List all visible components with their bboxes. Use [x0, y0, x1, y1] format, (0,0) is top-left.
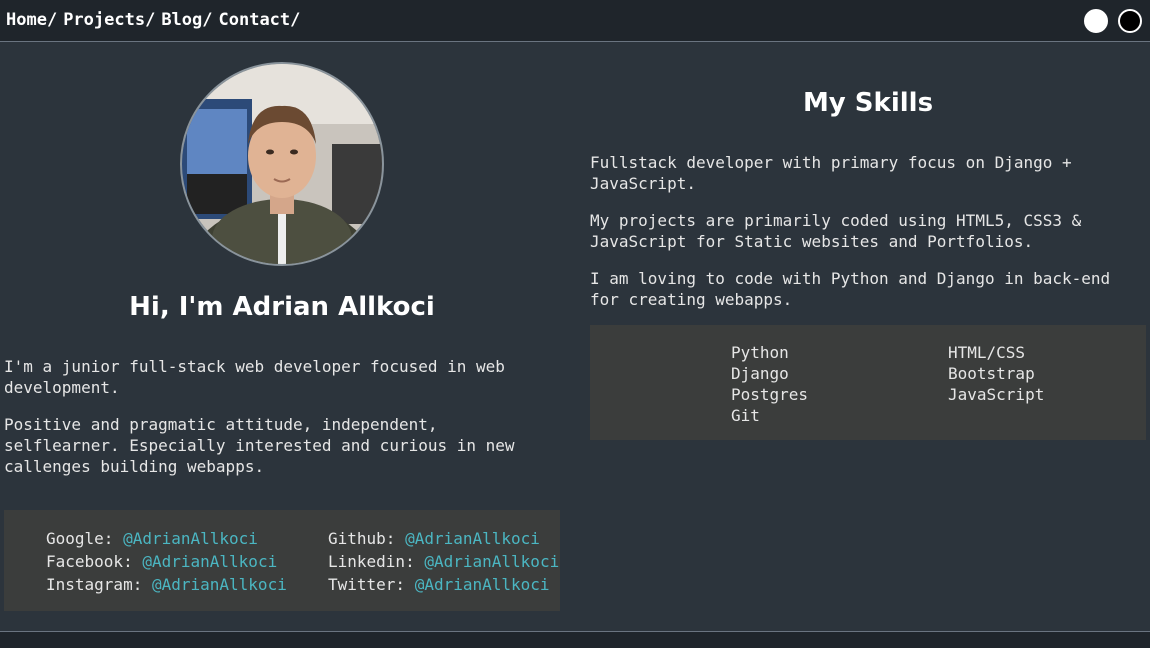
- contact-column: Github: @AdrianAllkoci Linkedin: @Adrian…: [328, 527, 559, 596]
- skill-item: Django: [731, 364, 789, 383]
- facebook-link[interactable]: @AdrianAllkoci: [142, 552, 277, 571]
- skills-paragraph: Fullstack developer with primary focus o…: [590, 153, 1072, 193]
- instagram-link[interactable]: @AdrianAllkoci: [152, 575, 287, 594]
- dark-theme-toggle[interactable]: [1118, 9, 1142, 33]
- skills-column: Python Django Postgres Git: [731, 342, 808, 426]
- profile-photo: [180, 62, 384, 266]
- contact-column: Google: @AdrianAllkoci Facebook: @Adrian…: [46, 527, 287, 596]
- profile-heading: Hi, I'm Adrian Allkoci: [129, 292, 435, 322]
- bio-paragraph: I'm a junior full-stack web developer fo…: [4, 357, 505, 397]
- skills-paragraph: I am loving to code with Python and Djan…: [590, 269, 1111, 309]
- contact-item-instagram: Instagram: @AdrianAllkoci: [46, 573, 287, 596]
- nav-link-home[interactable]: Home/: [6, 10, 57, 30]
- contact-label: Instagram:: [46, 575, 143, 594]
- linkedin-link[interactable]: @AdrianAllkoci: [424, 552, 559, 571]
- google-link[interactable]: @AdrianAllkoci: [123, 529, 258, 548]
- nav-link-projects[interactable]: Projects/: [63, 10, 155, 30]
- nav-link-blog[interactable]: Blog/: [161, 10, 212, 30]
- footer: [0, 631, 1150, 648]
- top-nav-bar: Home/Projects/Blog/Contact/: [0, 0, 1150, 42]
- contact-label: Linkedin:: [328, 552, 415, 571]
- contact-label: Github:: [328, 529, 396, 548]
- twitter-link[interactable]: @AdrianAllkoci: [415, 575, 550, 594]
- bio-paragraph: Positive and pragmatic attitude, indepen…: [4, 415, 515, 476]
- contact-links-box: Google: @AdrianAllkoci Facebook: @Adrian…: [4, 510, 560, 611]
- skill-item: Bootstrap: [948, 364, 1035, 383]
- skills-heading: My Skills: [802, 88, 934, 118]
- contact-item-facebook: Facebook: @AdrianAllkoci: [46, 550, 287, 573]
- skill-item: Python: [731, 343, 789, 362]
- contact-item-twitter: Twitter: @AdrianAllkoci: [328, 573, 559, 596]
- skills-column: HTML/CSS Bootstrap JavaScript: [948, 342, 1044, 405]
- nav-link-contact[interactable]: Contact/: [219, 10, 301, 30]
- skills-list-box: Python Django Postgres Git HTML/CSS Boot…: [590, 325, 1146, 440]
- contact-label: Twitter:: [328, 575, 406, 594]
- contact-item-google: Google: @AdrianAllkoci: [46, 527, 287, 550]
- skill-item: JavaScript: [948, 385, 1045, 404]
- contact-label: Facebook:: [46, 552, 133, 571]
- light-theme-toggle[interactable]: [1084, 9, 1108, 33]
- skill-item: HTML/CSS: [948, 343, 1026, 362]
- profile-bio: I'm a junior full-stack web developer fo…: [4, 356, 544, 493]
- skill-item: Postgres: [731, 385, 809, 404]
- contact-item-github: Github: @AdrianAllkoci: [328, 527, 559, 550]
- github-link[interactable]: @AdrianAllkoci: [405, 529, 540, 548]
- skill-item: Git: [731, 406, 760, 425]
- contact-item-linkedin: Linkedin: @AdrianAllkoci: [328, 550, 559, 573]
- skills-paragraph: My projects are primarily coded using HT…: [590, 211, 1082, 251]
- breadcrumb: Home/Projects/Blog/Contact/: [6, 10, 306, 30]
- skills-description: Fullstack developer with primary focus o…: [590, 152, 1130, 326]
- contact-label: Google:: [46, 529, 114, 548]
